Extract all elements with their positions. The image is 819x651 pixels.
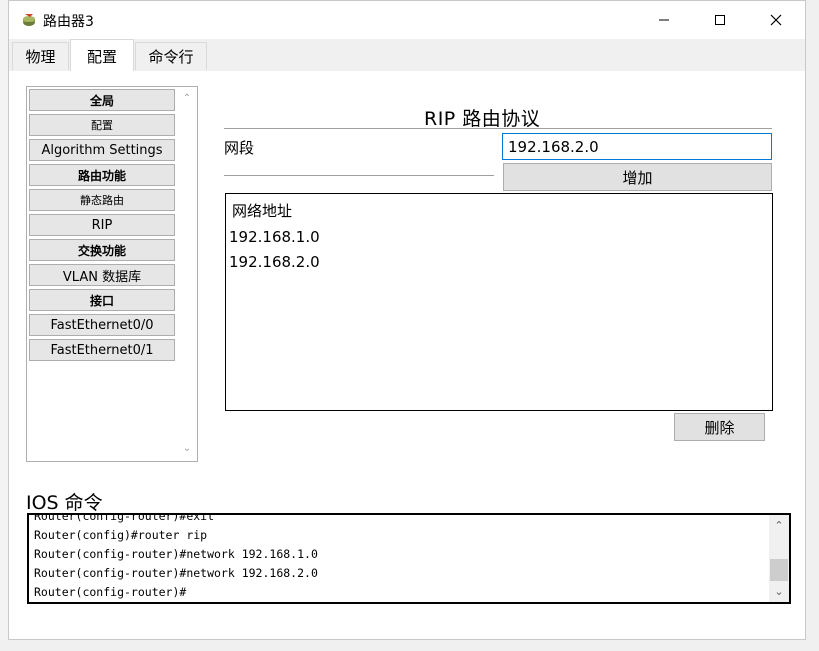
scroll-down-icon[interactable]: ⌄ xyxy=(182,444,192,454)
list-header: 网络地址 xyxy=(232,202,293,220)
window-title: 路由器3 xyxy=(43,14,94,30)
nav-item-rip[interactable]: RIP xyxy=(29,214,175,236)
close-button[interactable] xyxy=(753,1,799,39)
maximize-button[interactable] xyxy=(697,1,743,39)
list-item[interactable]: 192.168.2.0 xyxy=(229,253,320,271)
network-divider xyxy=(224,175,494,179)
network-address-list[interactable]: 网络地址 192.168.1.0 192.168.2.0 xyxy=(225,193,773,411)
router-config-window: 路由器3 物理 配置 命令行 全局 配置 Algorithm Settings … xyxy=(8,0,806,640)
nav-header-global[interactable]: 全局 xyxy=(29,89,175,111)
add-network-button[interactable]: 增加 xyxy=(503,163,772,191)
config-nav-list: 全局 配置 Algorithm Settings 路由功能 静态路由 RIP 交… xyxy=(26,86,198,462)
nav-scrollbar[interactable]: ⌃ ⌄ xyxy=(178,88,196,460)
console-scrollbar[interactable]: ⌃ ⌄ xyxy=(769,515,789,602)
router-app-icon xyxy=(21,12,37,28)
console-line: Router(config-router)#network 192.168.1.… xyxy=(34,547,318,561)
console-line: Router(config-router)#exit xyxy=(34,513,215,523)
scroll-down-icon[interactable]: ⌄ xyxy=(774,585,784,598)
nav-item-fastethernet0-0[interactable]: FastEthernet0/0 xyxy=(29,314,175,336)
close-icon xyxy=(770,14,782,26)
nav-item-algorithm-settings[interactable]: Algorithm Settings xyxy=(29,139,175,161)
rip-title: RIP 路由协议 xyxy=(424,108,541,130)
console-line: Router(config-router)# xyxy=(34,585,187,599)
network-input[interactable] xyxy=(502,133,772,160)
scroll-up-icon[interactable]: ⌃ xyxy=(774,519,784,532)
ios-command-label: IOS 命令 xyxy=(26,492,103,514)
nav-item-settings[interactable]: 配置 xyxy=(29,114,175,136)
delete-network-button[interactable]: 删除 xyxy=(674,413,765,441)
console-line: Router(config-router)#network 192.168.2.… xyxy=(34,566,318,580)
scroll-up-icon[interactable]: ⌃ xyxy=(182,94,192,104)
nav-header-routing[interactable]: 路由功能 xyxy=(29,164,175,186)
ios-command-console[interactable]: Router(config-router)#exit Router(config… xyxy=(27,513,791,604)
minimize-icon xyxy=(659,19,669,21)
nav-header-interface[interactable]: 接口 xyxy=(29,289,175,311)
tab-config[interactable]: 配置 xyxy=(70,39,134,72)
maximize-icon xyxy=(715,15,725,25)
network-label: 网段 xyxy=(224,139,255,157)
tab-cli[interactable]: 命令行 xyxy=(135,42,207,70)
config-panel: 全局 配置 Algorithm Settings 路由功能 静态路由 RIP 交… xyxy=(9,71,805,639)
tab-physical[interactable]: 物理 xyxy=(12,42,69,70)
tab-bar: 物理 配置 命令行 xyxy=(9,39,805,72)
title-bar[interactable]: 路由器3 xyxy=(9,1,805,39)
console-scroll-thumb[interactable] xyxy=(770,559,788,581)
nav-item-vlan-database[interactable]: VLAN 数据库 xyxy=(29,264,175,286)
desktop-background-right xyxy=(806,0,819,651)
nav-item-fastethernet0-1[interactable]: FastEthernet0/1 xyxy=(29,339,175,361)
nav-item-static-route[interactable]: 静态路由 xyxy=(29,189,175,211)
title-divider xyxy=(224,128,772,129)
desktop-background-bottom xyxy=(0,640,819,651)
list-item[interactable]: 192.168.1.0 xyxy=(229,228,320,246)
minimize-button[interactable] xyxy=(641,1,687,39)
console-line: Router(config)#router rip xyxy=(34,528,208,542)
nav-header-switching[interactable]: 交换功能 xyxy=(29,239,175,261)
